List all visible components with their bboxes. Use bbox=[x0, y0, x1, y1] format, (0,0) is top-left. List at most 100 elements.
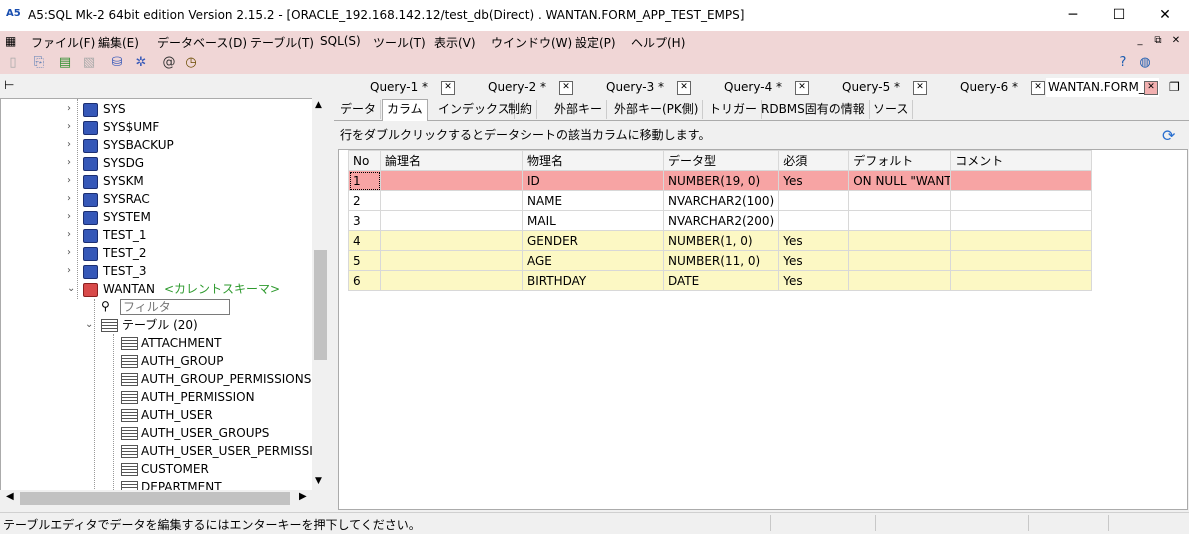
tab-source[interactable]: ソース bbox=[869, 100, 914, 119]
menu-help[interactable]: ヘルプ(H) bbox=[631, 34, 685, 51]
scroll-right-icon[interactable]: ▶ bbox=[299, 491, 307, 502]
tab-foreign-keys[interactable]: 外部キー bbox=[550, 100, 608, 119]
close-tab-icon[interactable]: ✕ bbox=[913, 81, 927, 95]
grid-menu-icon[interactable]: ▦ bbox=[5, 34, 16, 48]
cell-default[interactable] bbox=[848, 250, 952, 271]
mdi-close-button[interactable]: ✕ bbox=[1166, 33, 1186, 49]
tab-query-1[interactable]: Query-1 * ✕ bbox=[338, 78, 456, 97]
header-no[interactable]: No bbox=[348, 150, 381, 171]
close-button[interactable]: ✕ bbox=[1142, 0, 1188, 31]
tab-data[interactable]: データ bbox=[336, 100, 382, 119]
header-comment[interactable]: コメント bbox=[950, 150, 1093, 171]
cell-required[interactable]: Yes bbox=[778, 250, 850, 271]
tab-query-3[interactable]: Query-3 * ✕ bbox=[574, 78, 692, 97]
tab-query-2[interactable]: Query-2 * ✕ bbox=[456, 78, 574, 97]
cell-no[interactable]: 2 bbox=[348, 190, 381, 211]
header-data-type[interactable]: データ型 bbox=[662, 150, 780, 171]
cell-default[interactable] bbox=[848, 190, 952, 211]
cell-comment[interactable] bbox=[950, 250, 1093, 271]
tree-collapse-icon[interactable]: ⊢ bbox=[4, 78, 14, 92]
cell-required[interactable]: Yes bbox=[778, 270, 850, 291]
table-row[interactable]: 4 GENDER NUMBER(1, 0) Yes bbox=[348, 230, 1093, 251]
table-row[interactable]: 6 BIRTHDAY DATE Yes bbox=[348, 270, 1093, 291]
mdi-minimize-button[interactable]: _ bbox=[1130, 33, 1150, 49]
mdi-restore-button[interactable]: ⧉ bbox=[1148, 33, 1168, 49]
tab-query-4[interactable]: Query-4 * ✕ bbox=[692, 78, 810, 97]
scroll-down-icon[interactable]: ▼ bbox=[315, 476, 322, 486]
close-tab-icon[interactable]: ✕ bbox=[795, 81, 809, 95]
close-tab-icon[interactable]: ✕ bbox=[559, 81, 573, 95]
cell-required[interactable] bbox=[778, 210, 850, 231]
menu-view[interactable]: 表示(V) bbox=[434, 34, 476, 51]
cell-logical-name[interactable] bbox=[380, 190, 523, 211]
cell-data-type[interactable]: NUMBER(1, 0) bbox=[662, 230, 780, 251]
header-default[interactable]: デフォルト bbox=[848, 150, 952, 171]
cell-comment[interactable] bbox=[950, 270, 1093, 291]
header-required[interactable]: 必須 bbox=[778, 150, 850, 171]
new-file-icon[interactable]: ▯ bbox=[4, 54, 22, 72]
menu-edit[interactable]: 編集(E) bbox=[98, 34, 139, 51]
close-tab-icon[interactable]: ✕ bbox=[441, 81, 455, 95]
clock-icon[interactable]: ◷ bbox=[182, 54, 200, 72]
cell-no[interactable]: 5 bbox=[348, 250, 381, 271]
menu-tools[interactable]: ツール(T) bbox=[373, 34, 426, 51]
tab-rdbms-info[interactable]: RDBMS固有の情報 bbox=[757, 100, 870, 119]
open-connection-icon[interactable]: ⎘ bbox=[30, 54, 48, 72]
cell-data-type[interactable]: NUMBER(19, 0) bbox=[662, 170, 780, 191]
cell-physical-name[interactable]: MAIL bbox=[522, 210, 664, 231]
cell-data-type[interactable]: NVARCHAR2(200) bbox=[662, 210, 780, 231]
cell-data-type[interactable]: NUMBER(11, 0) bbox=[662, 250, 780, 271]
globe-icon[interactable]: ◍ bbox=[1136, 54, 1154, 72]
cell-physical-name[interactable]: ID bbox=[522, 170, 664, 191]
tab-foreign-keys-pk[interactable]: 外部キー(PK側) bbox=[610, 100, 704, 119]
cell-physical-name[interactable]: BIRTHDAY bbox=[522, 270, 664, 291]
table-row[interactable]: 1 ID NUMBER(19, 0) Yes ON NULL "WANTA bbox=[348, 170, 1093, 191]
cell-logical-name[interactable] bbox=[380, 270, 523, 291]
header-physical-name[interactable]: 物理名 bbox=[522, 150, 664, 171]
tab-constraints[interactable]: 制約 bbox=[504, 100, 538, 119]
close-tab-icon[interactable]: ✕ bbox=[1144, 81, 1158, 95]
cell-comment[interactable] bbox=[950, 210, 1093, 231]
cell-data-type[interactable]: DATE bbox=[662, 270, 780, 291]
cell-physical-name[interactable]: GENDER bbox=[522, 230, 664, 251]
tab-query-6[interactable]: Query-6 * ✕ bbox=[928, 78, 1046, 97]
cell-physical-name[interactable]: AGE bbox=[522, 250, 664, 271]
cell-required[interactable] bbox=[778, 190, 850, 211]
help-icon[interactable]: ? bbox=[1114, 54, 1132, 72]
cell-logical-name[interactable] bbox=[380, 210, 523, 231]
cell-required[interactable]: Yes bbox=[778, 170, 850, 191]
tab-columns[interactable]: カラム bbox=[382, 99, 428, 121]
table-row[interactable]: 2 NAME NVARCHAR2(100) bbox=[348, 190, 1093, 211]
database-tree[interactable]: › SYS › SYS$UMF › SYSBACKUP › SYSDG › SYSKM ›… bbox=[0, 98, 314, 492]
gear-icon[interactable]: ✲ bbox=[132, 54, 150, 72]
tree-scroll-thumb[interactable] bbox=[314, 250, 327, 360]
menu-database[interactable]: データベース(D) bbox=[157, 34, 247, 51]
cell-no[interactable]: 6 bbox=[348, 270, 381, 291]
database-icon[interactable]: ⛁ bbox=[108, 54, 126, 72]
cell-default[interactable]: ON NULL "WANTA bbox=[848, 170, 952, 191]
cell-no[interactable]: 1 bbox=[348, 170, 381, 191]
export-icon[interactable]: ▤ bbox=[56, 54, 74, 72]
tab-triggers[interactable]: トリガー bbox=[705, 100, 763, 119]
cell-logical-name[interactable] bbox=[380, 230, 523, 251]
at-sign-icon[interactable]: @ bbox=[160, 54, 178, 72]
columns-table[interactable]: No 論理名 物理名 データ型 必須 デフォルト コメント 1 ID NUMBE… bbox=[348, 150, 1093, 291]
cell-default[interactable] bbox=[848, 230, 952, 251]
minimize-button[interactable]: ─ bbox=[1050, 0, 1096, 31]
tab-table-editor[interactable]: WANTAN.FORM_AI ✕ bbox=[1046, 78, 1159, 97]
scroll-up-icon[interactable]: ▲ bbox=[315, 100, 322, 110]
cell-comment[interactable] bbox=[950, 190, 1093, 211]
close-tab-icon[interactable]: ✕ bbox=[1031, 81, 1045, 95]
disabled-tool-icon[interactable]: ▧ bbox=[80, 54, 98, 72]
cell-no[interactable]: 3 bbox=[348, 210, 381, 231]
cell-no[interactable]: 4 bbox=[348, 230, 381, 251]
menu-table[interactable]: テーブル(T) bbox=[250, 34, 314, 51]
cell-default[interactable] bbox=[848, 210, 952, 231]
cell-required[interactable]: Yes bbox=[778, 230, 850, 251]
menu-window[interactable]: ウインドウ(W) bbox=[491, 34, 572, 51]
tab-list-icon[interactable]: ❐ bbox=[1169, 80, 1180, 94]
cell-data-type[interactable]: NVARCHAR2(100) bbox=[662, 190, 780, 211]
cell-default[interactable] bbox=[848, 270, 952, 291]
menu-sql[interactable]: SQL(S) bbox=[320, 34, 361, 48]
cell-logical-name[interactable] bbox=[380, 170, 523, 191]
